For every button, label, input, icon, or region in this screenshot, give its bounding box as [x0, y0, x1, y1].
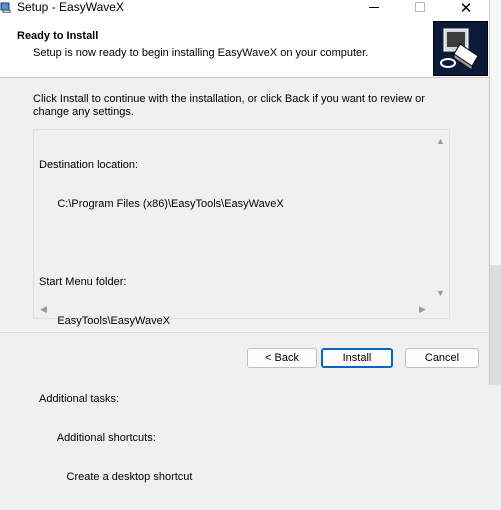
- back-button[interactable]: < Back: [247, 348, 317, 368]
- close-button[interactable]: ✕: [443, 0, 489, 17]
- page-title: Ready to Install: [17, 30, 99, 42]
- window-shadow: [490, 265, 501, 385]
- scroll-down-icon[interactable]: ▼: [436, 289, 445, 298]
- memo-line: Additional tasks:: [39, 393, 120, 405]
- maximize-button[interactable]: [397, 0, 443, 17]
- installer-icon: [0, 1, 12, 14]
- vertical-scrollbar[interactable]: ▲ ▼: [432, 130, 449, 303]
- scroll-up-icon[interactable]: ▲: [436, 137, 445, 146]
- cancel-button[interactable]: Cancel: [405, 348, 479, 368]
- scroll-left-icon[interactable]: ◀: [40, 305, 47, 314]
- instruction-text: Click Install to continue with the insta…: [33, 93, 425, 118]
- memo-line: [39, 237, 284, 250]
- window-title: Setup - EasyWaveX: [17, 0, 124, 14]
- installer-computer-logo: [433, 21, 488, 76]
- footer-divider: [0, 332, 489, 333]
- horizontal-scrollbar[interactable]: ◀ ▶: [34, 302, 434, 318]
- memo-line: C:\Program Files (x86)\EasyTools\EasyWav…: [39, 198, 284, 210]
- memo-line: Create a desktop shortcut: [39, 471, 193, 483]
- memo-text: Destination location: C:\Program Files (…: [39, 133, 284, 510]
- minimize-button[interactable]: [351, 0, 397, 17]
- memo-line: Start Menu folder:: [39, 276, 127, 288]
- ready-memo[interactable]: Destination location: C:\Program Files (…: [33, 129, 450, 483]
- minimize-icon: [369, 6, 379, 8]
- wizard-header: Ready to Install Setup is now ready to b…: [0, 17, 489, 78]
- install-button[interactable]: Install: [321, 348, 393, 368]
- maximize-icon: [415, 1, 425, 12]
- title-bar[interactable]: Setup - EasyWaveX ✕: [0, 0, 489, 17]
- memo-line: Destination location:: [39, 159, 139, 171]
- close-icon: ✕: [459, 0, 473, 17]
- scroll-right-icon[interactable]: ▶: [419, 305, 426, 314]
- page-subtitle: Setup is now ready to begin installing E…: [33, 47, 369, 59]
- memo-line: Additional shortcuts:: [39, 432, 156, 444]
